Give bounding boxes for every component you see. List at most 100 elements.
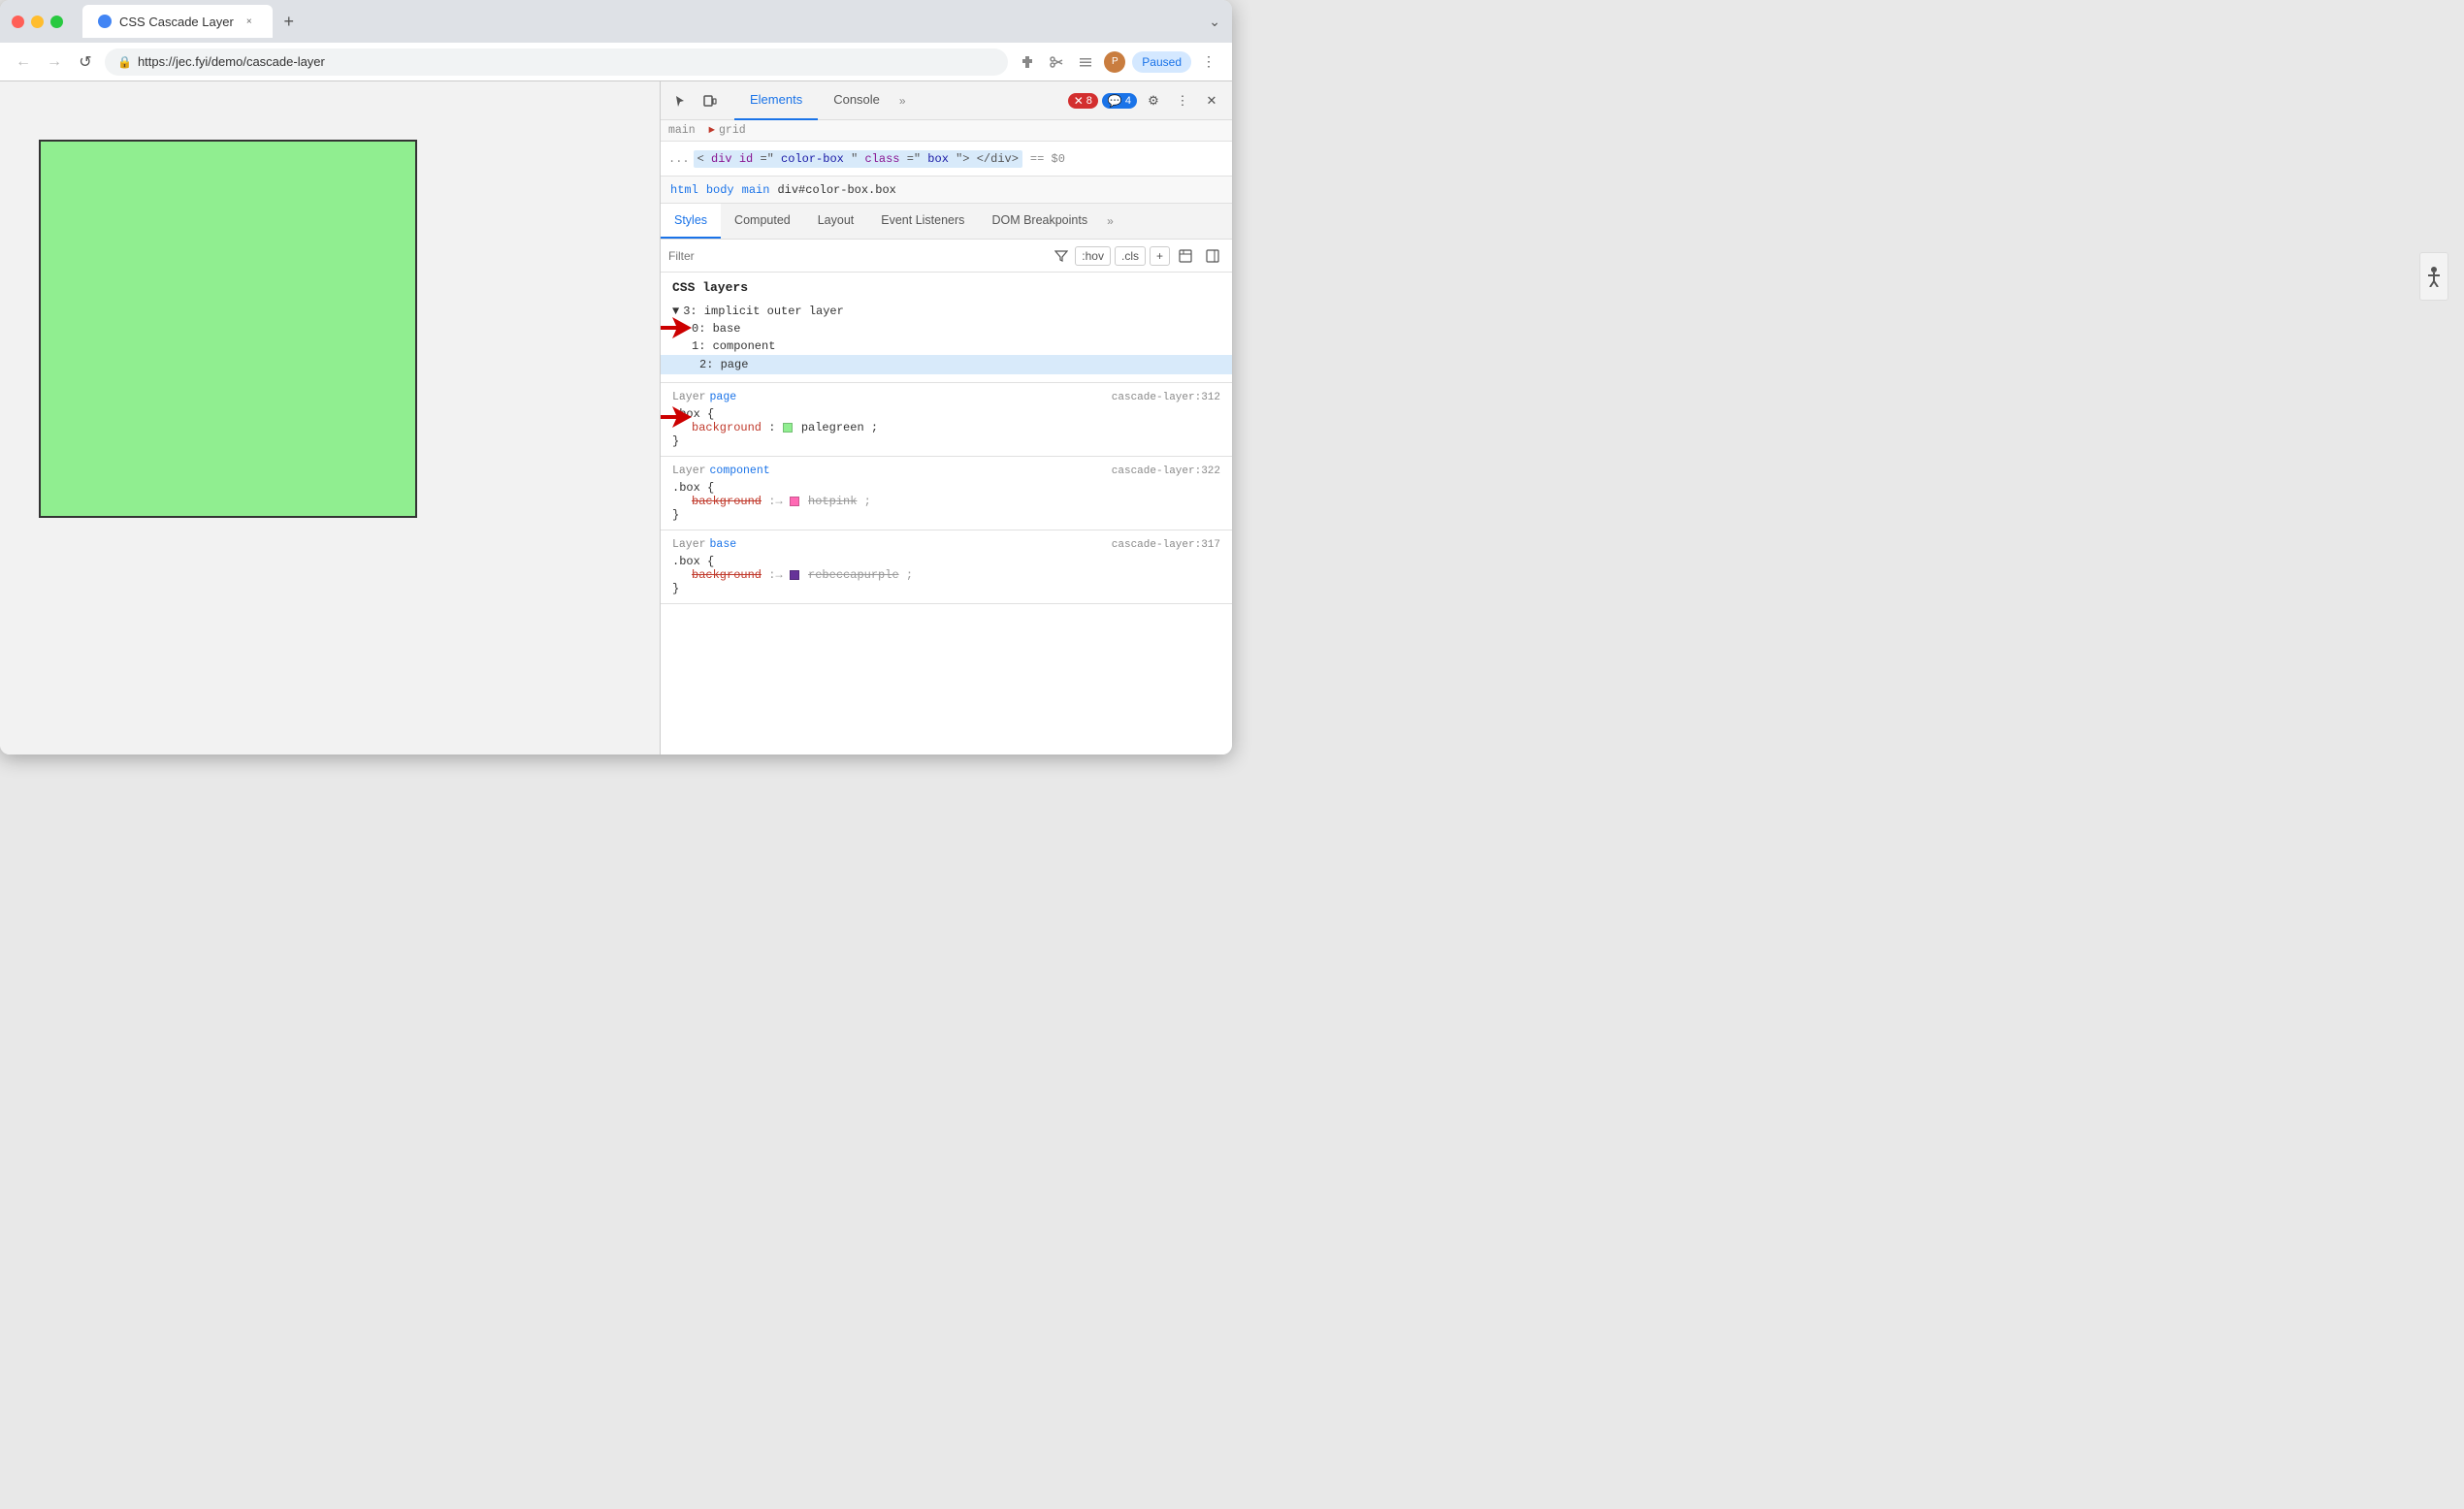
layer-page-rule-wrapper: Layer page cascade-layer:312 .box { back…: [661, 383, 1232, 457]
dom-tag: div: [711, 152, 732, 166]
rule-selector-base: .box {: [672, 555, 1220, 568]
dom-selected-element[interactable]: < div id =" color-box " class =" box "> …: [694, 150, 1022, 168]
layer-component-link[interactable]: component: [710, 465, 770, 477]
class-filter-button[interactable]: .cls: [1115, 246, 1146, 266]
warn-count: 4: [1125, 95, 1131, 107]
dom-ellipsis: ...: [668, 152, 690, 166]
devtools-tabs: Elements Console »: [734, 81, 1064, 120]
url-lock-icon: 🔒: [117, 55, 132, 69]
green-box: [39, 140, 417, 518]
layer-outer-label: 3: implicit outer layer: [683, 305, 844, 318]
rule-cascade-component: cascade-layer:322: [1112, 466, 1220, 477]
layer-base-link[interactable]: base: [710, 538, 737, 551]
breadcrumb-nav: html body main div#color-box.box: [661, 177, 1232, 204]
tab-computed[interactable]: Computed: [721, 204, 804, 239]
color-swatch-hotpink[interactable]: [790, 497, 799, 506]
add-style-button[interactable]: +: [1150, 246, 1170, 266]
styles-tabs: Styles Computed Layout Event Listeners D…: [661, 204, 1232, 240]
tab-active[interactable]: CSS Cascade Layer ×: [82, 5, 273, 38]
devtools-tabs-more[interactable]: »: [895, 94, 910, 108]
dom-header-arrow: ►: [708, 125, 715, 137]
error-count: 8: [1086, 95, 1092, 107]
css-layers-section: CSS layers ▼ 3: implicit outer layer 0: …: [661, 273, 1232, 383]
layer-tree-outer[interactable]: ▼ 3: implicit outer layer: [672, 303, 1220, 320]
devtools-header-icons: [668, 88, 723, 113]
tab-menu-end[interactable]: ⌄: [1209, 14, 1220, 30]
rule-source-base: Layer base cascade-layer:317: [672, 538, 1220, 551]
tab-close-button[interactable]: ×: [242, 14, 257, 29]
address-actions: P Paused ⋮: [1016, 50, 1220, 74]
breadcrumb-body[interactable]: body: [706, 183, 734, 197]
extensions-icon[interactable]: [1016, 50, 1039, 74]
rule-source-page: Layer page cascade-layer:312: [672, 391, 1220, 403]
traffic-light-green[interactable]: [50, 16, 63, 28]
device-icon[interactable]: [697, 88, 723, 113]
breadcrumb-html[interactable]: html: [670, 183, 698, 197]
rule-block-component: Layer component cascade-layer:322 .box {…: [661, 457, 1232, 530]
traffic-light-yellow[interactable]: [31, 16, 44, 28]
filter-bar: :hov .cls +: [661, 240, 1232, 273]
layer-tree-base[interactable]: 0: base: [672, 320, 1220, 337]
more-menu-button[interactable]: ⋮: [1197, 50, 1220, 74]
paused-button[interactable]: Paused: [1132, 51, 1191, 73]
traffic-lights: [12, 16, 63, 28]
filter-input[interactable]: [668, 249, 1044, 263]
tab-layout[interactable]: Layout: [804, 204, 868, 239]
color-swatch-rebeccapurple[interactable]: [790, 570, 799, 580]
rule-selector-page: .box {: [672, 407, 1220, 421]
scissors-icon[interactable]: [1045, 50, 1068, 74]
layer-base-label: 0: base: [692, 322, 740, 336]
layer-page-link[interactable]: page: [710, 391, 737, 403]
rule-property-page[interactable]: background : palegreen ;: [672, 421, 1220, 434]
new-style-rule-icon[interactable]: [1174, 244, 1197, 268]
new-tab-button[interactable]: +: [276, 9, 302, 34]
main-content: Elements Console » ✕ 8 💬 4: [0, 81, 1232, 754]
paused-label: Paused: [1142, 55, 1182, 69]
filter-funnel-icon[interactable]: [1052, 246, 1071, 266]
breadcrumb-main[interactable]: main: [742, 183, 770, 197]
forward-button[interactable]: →: [43, 50, 66, 74]
tab-event-listeners[interactable]: Event Listeners: [867, 204, 978, 239]
tab-dom-breakpoints[interactable]: DOM Breakpoints: [978, 204, 1101, 239]
tab-styles[interactable]: Styles: [661, 204, 721, 239]
color-swatch-palegreen[interactable]: [783, 423, 793, 433]
traffic-light-red[interactable]: [12, 16, 24, 28]
styles-tabs-more[interactable]: »: [1101, 214, 1119, 228]
back-button[interactable]: ←: [12, 50, 35, 74]
rule-block-base: Layer base cascade-layer:317 .box { back…: [661, 530, 1232, 604]
rule-cascade-page: cascade-layer:312: [1112, 392, 1220, 403]
breadcrumb-current[interactable]: div#color-box.box: [777, 183, 895, 197]
arrow-layer-page: [661, 402, 692, 432]
refresh-button[interactable]: ↺: [74, 50, 97, 74]
dom-header: main ► grid: [661, 120, 1232, 142]
warn-badge: 💬 4: [1102, 93, 1137, 109]
rule-selector-component: .box {: [672, 481, 1220, 495]
hover-filter-button[interactable]: :hov: [1075, 246, 1111, 266]
rule-property-component[interactable]: background :→ hotpink ;: [672, 495, 1220, 508]
rule-source-component: Layer component cascade-layer:322: [672, 465, 1220, 477]
address-bar: ← → ↺ 🔒 https://jec.fyi/demo/cascade-lay…: [0, 43, 1232, 81]
person-icon[interactable]: P: [1103, 50, 1126, 74]
dom-grid-text: grid: [719, 124, 746, 137]
tab-title: CSS Cascade Layer: [119, 15, 234, 29]
css-layers-title: CSS layers: [672, 280, 1220, 295]
toggle-sidebar-icon[interactable]: [1201, 244, 1224, 268]
devtools-header: Elements Console » ✕ 8 💬 4: [661, 81, 1232, 120]
dom-tree: ... < div id =" color-box " class =" box…: [661, 142, 1232, 177]
url-bar[interactable]: 🔒 https://jec.fyi/demo/cascade-layer: [105, 48, 1008, 76]
tab-bar: CSS Cascade Layer × + ⌄: [82, 5, 1220, 38]
devtools-tab-elements[interactable]: Elements: [734, 81, 818, 120]
cursor-icon[interactable]: [668, 88, 694, 113]
devtools-close-button[interactable]: ✕: [1199, 88, 1224, 113]
list-icon[interactable]: [1074, 50, 1097, 74]
layer-tree-component[interactable]: 1: component: [672, 337, 1220, 355]
devtools-tab-console[interactable]: Console: [818, 81, 895, 120]
page-content: [0, 81, 660, 754]
rule-property-base[interactable]: background :→ rebeccapurple ;: [672, 568, 1220, 582]
layer-tree-page[interactable]: 2: page: [661, 355, 1232, 374]
rule-block-page: Layer page cascade-layer:312 .box { back…: [661, 383, 1232, 457]
devtools-settings-button[interactable]: ⚙: [1141, 88, 1166, 113]
styles-content: CSS layers ▼ 3: implicit outer layer 0: …: [661, 273, 1232, 754]
filter-actions: :hov .cls +: [1052, 244, 1224, 268]
devtools-more-button[interactable]: ⋮: [1170, 88, 1195, 113]
